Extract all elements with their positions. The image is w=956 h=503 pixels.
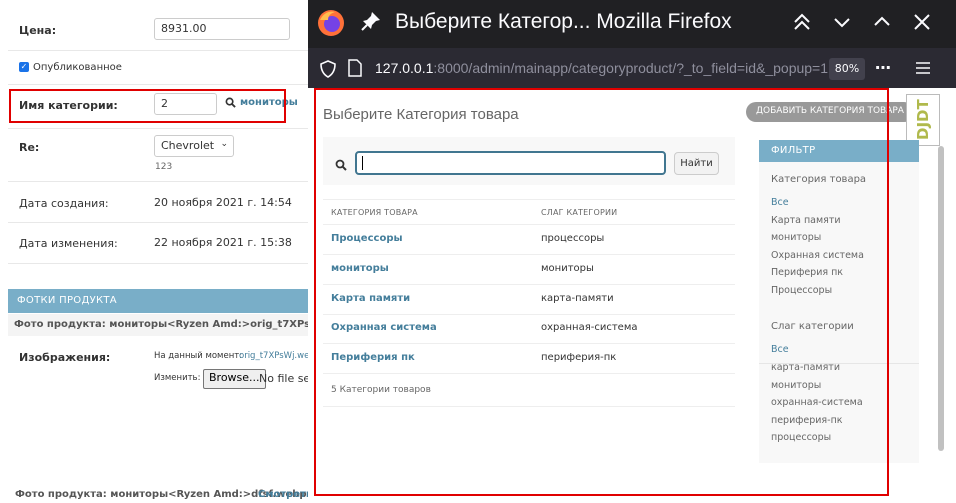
browse-button[interactable]: Browse...: [203, 369, 266, 389]
page-title: Выберите Категория товара: [323, 106, 519, 123]
firefox-logo-icon: [316, 8, 346, 38]
current-file-link[interactable]: orig_t7XPsWj.web: [239, 351, 315, 361]
divider: [8, 50, 308, 51]
vertical-scrollbar[interactable]: [938, 146, 944, 451]
column-header-slug[interactable]: СЛАГ КАТЕГОРИИ: [541, 208, 617, 217]
category-lookup-label[interactable]: мониторы: [240, 97, 298, 108]
filter-option[interactable]: охранная-система: [771, 397, 863, 408]
price-input[interactable]: 8931.00: [154, 18, 290, 40]
window-titlebar: Выберите Категор... Mozilla Firefox: [308, 0, 956, 48]
filter-option[interactable]: Процессоры: [771, 285, 832, 296]
change-label: Изменить:: [154, 373, 201, 383]
filter-option[interactable]: карта-памяти: [771, 362, 840, 373]
filter-option[interactable]: периферия-пк: [771, 415, 843, 426]
pin-icon[interactable]: [360, 10, 386, 36]
re-select[interactable]: Chevrolet ⌄: [154, 135, 234, 157]
divider: [8, 222, 308, 223]
url-field[interactable]: 127.0.0.1:8000/admin/mainapp/categorypro…: [375, 60, 828, 76]
filter-sidebar: ФИЛЬТР Категория товара Все Карта памяти…: [759, 140, 919, 463]
re-help-text: 123: [155, 162, 173, 172]
search-input[interactable]: [355, 151, 666, 175]
filter-option[interactable]: мониторы: [771, 380, 821, 391]
current-label: На данный момент:: [154, 351, 243, 361]
re-label: Re:: [19, 141, 40, 154]
add-category-button[interactable]: ДОБАВИТЬ КАТЕГОРИЯ ТОВАРА: [746, 102, 914, 122]
modified-label: Дата изменения:: [19, 237, 118, 250]
filter-option[interactable]: Все: [771, 344, 789, 355]
filter-option[interactable]: Карта памяти: [771, 215, 841, 226]
shade-up-icon[interactable]: [790, 10, 816, 36]
result-count: 5 Категории товаров: [331, 385, 431, 395]
category-link[interactable]: Процессоры: [331, 233, 403, 244]
modified-value: 22 ноября 2021 г. 15:38: [154, 236, 292, 249]
slug-cell: периферия-пк: [541, 352, 617, 363]
table-row: Охранная система охранная-система: [323, 314, 735, 344]
minimize-icon[interactable]: [830, 10, 856, 36]
filter-group-title: Категория товара: [771, 174, 867, 185]
created-label: Дата создания:: [19, 197, 109, 210]
url-host: 127.0.0.1: [375, 60, 434, 76]
more-options-icon[interactable]: ⋯: [875, 58, 891, 77]
url-path: :8000/admin/mainapp/categoryproduct/?_to…: [433, 60, 829, 76]
created-value: 20 ноября 2021 г. 14:54: [154, 196, 292, 209]
re-select-value: Chevrolet: [161, 139, 215, 152]
category-link[interactable]: Периферия пк: [331, 352, 415, 363]
category-link[interactable]: мониторы: [331, 263, 389, 274]
filter-option[interactable]: Периферия пк: [771, 267, 843, 278]
category-link[interactable]: Карта памяти: [331, 293, 410, 304]
close-icon[interactable]: [910, 10, 936, 36]
filter-option[interactable]: процессоры: [771, 432, 831, 443]
divider: [8, 84, 308, 85]
table-row: Периферия пк периферия-пк: [323, 344, 735, 374]
column-header-category[interactable]: КАТЕГОРИЯ ТОВАРА: [331, 208, 418, 217]
text-caret: [362, 156, 363, 170]
djdt-toolbar-handle[interactable]: DJDT: [906, 94, 940, 146]
slug-cell: мониторы: [541, 263, 594, 274]
photo-inline-title: Фото продукта: мониторы<Ryzen Amd:>orig_…: [8, 314, 308, 336]
chevron-down-icon: ⌄: [220, 139, 228, 149]
published-label: Опубликованное: [33, 62, 122, 73]
lookup-search-icon[interactable]: [225, 97, 236, 111]
divider: [8, 128, 308, 129]
filter-header: ФИЛЬТР: [759, 140, 919, 162]
images-label: Изображения:: [19, 351, 111, 364]
popup-page: Выберите Категория товара ДОБАВИТЬ КАТЕГ…: [308, 88, 956, 503]
slug-cell: охранная-система: [541, 322, 638, 333]
filter-option[interactable]: Все: [771, 197, 789, 208]
photos-section-header: ФОТКИ ПРОДУКТА: [8, 289, 308, 313]
published-checkbox[interactable]: ✓: [19, 62, 29, 72]
table-row: Карта памяти карта-памяти: [323, 285, 735, 315]
divider: [323, 406, 735, 407]
divider: [8, 181, 308, 182]
maximize-icon[interactable]: [870, 10, 896, 36]
filter-option[interactable]: мониторы: [771, 232, 821, 243]
filter-group-title: Слаг категории: [771, 321, 854, 332]
search-submit-button[interactable]: Найти: [674, 152, 719, 175]
price-label: Цена:: [19, 24, 57, 37]
slug-cell: процессоры: [541, 233, 605, 244]
category-id-input[interactable]: 2: [154, 93, 217, 115]
divider: [8, 263, 308, 264]
category-label: Имя категории:: [19, 99, 118, 112]
search-icon: [335, 156, 347, 175]
page-info-icon[interactable]: [348, 59, 362, 81]
firefox-popup-window: Выберите Категор... Mozilla Firefox 127.…: [308, 0, 956, 503]
hamburger-menu-icon[interactable]: [915, 60, 931, 79]
results-table-header: КАТЕГОРИЯ ТОВАРА СЛАГ КАТЕГОРИИ: [323, 199, 735, 225]
zoom-level-button[interactable]: 80%: [829, 58, 865, 80]
filter-option[interactable]: Охранная система: [771, 250, 864, 261]
table-row: мониторы мониторы: [323, 255, 735, 285]
table-row: Процессоры процессоры: [323, 225, 735, 255]
category-link[interactable]: Охранная система: [331, 322, 437, 333]
window-title: Выберите Категор... Mozilla Firefox: [395, 10, 732, 33]
shield-icon[interactable]: [320, 60, 336, 82]
slug-cell: карта-памяти: [541, 293, 614, 304]
